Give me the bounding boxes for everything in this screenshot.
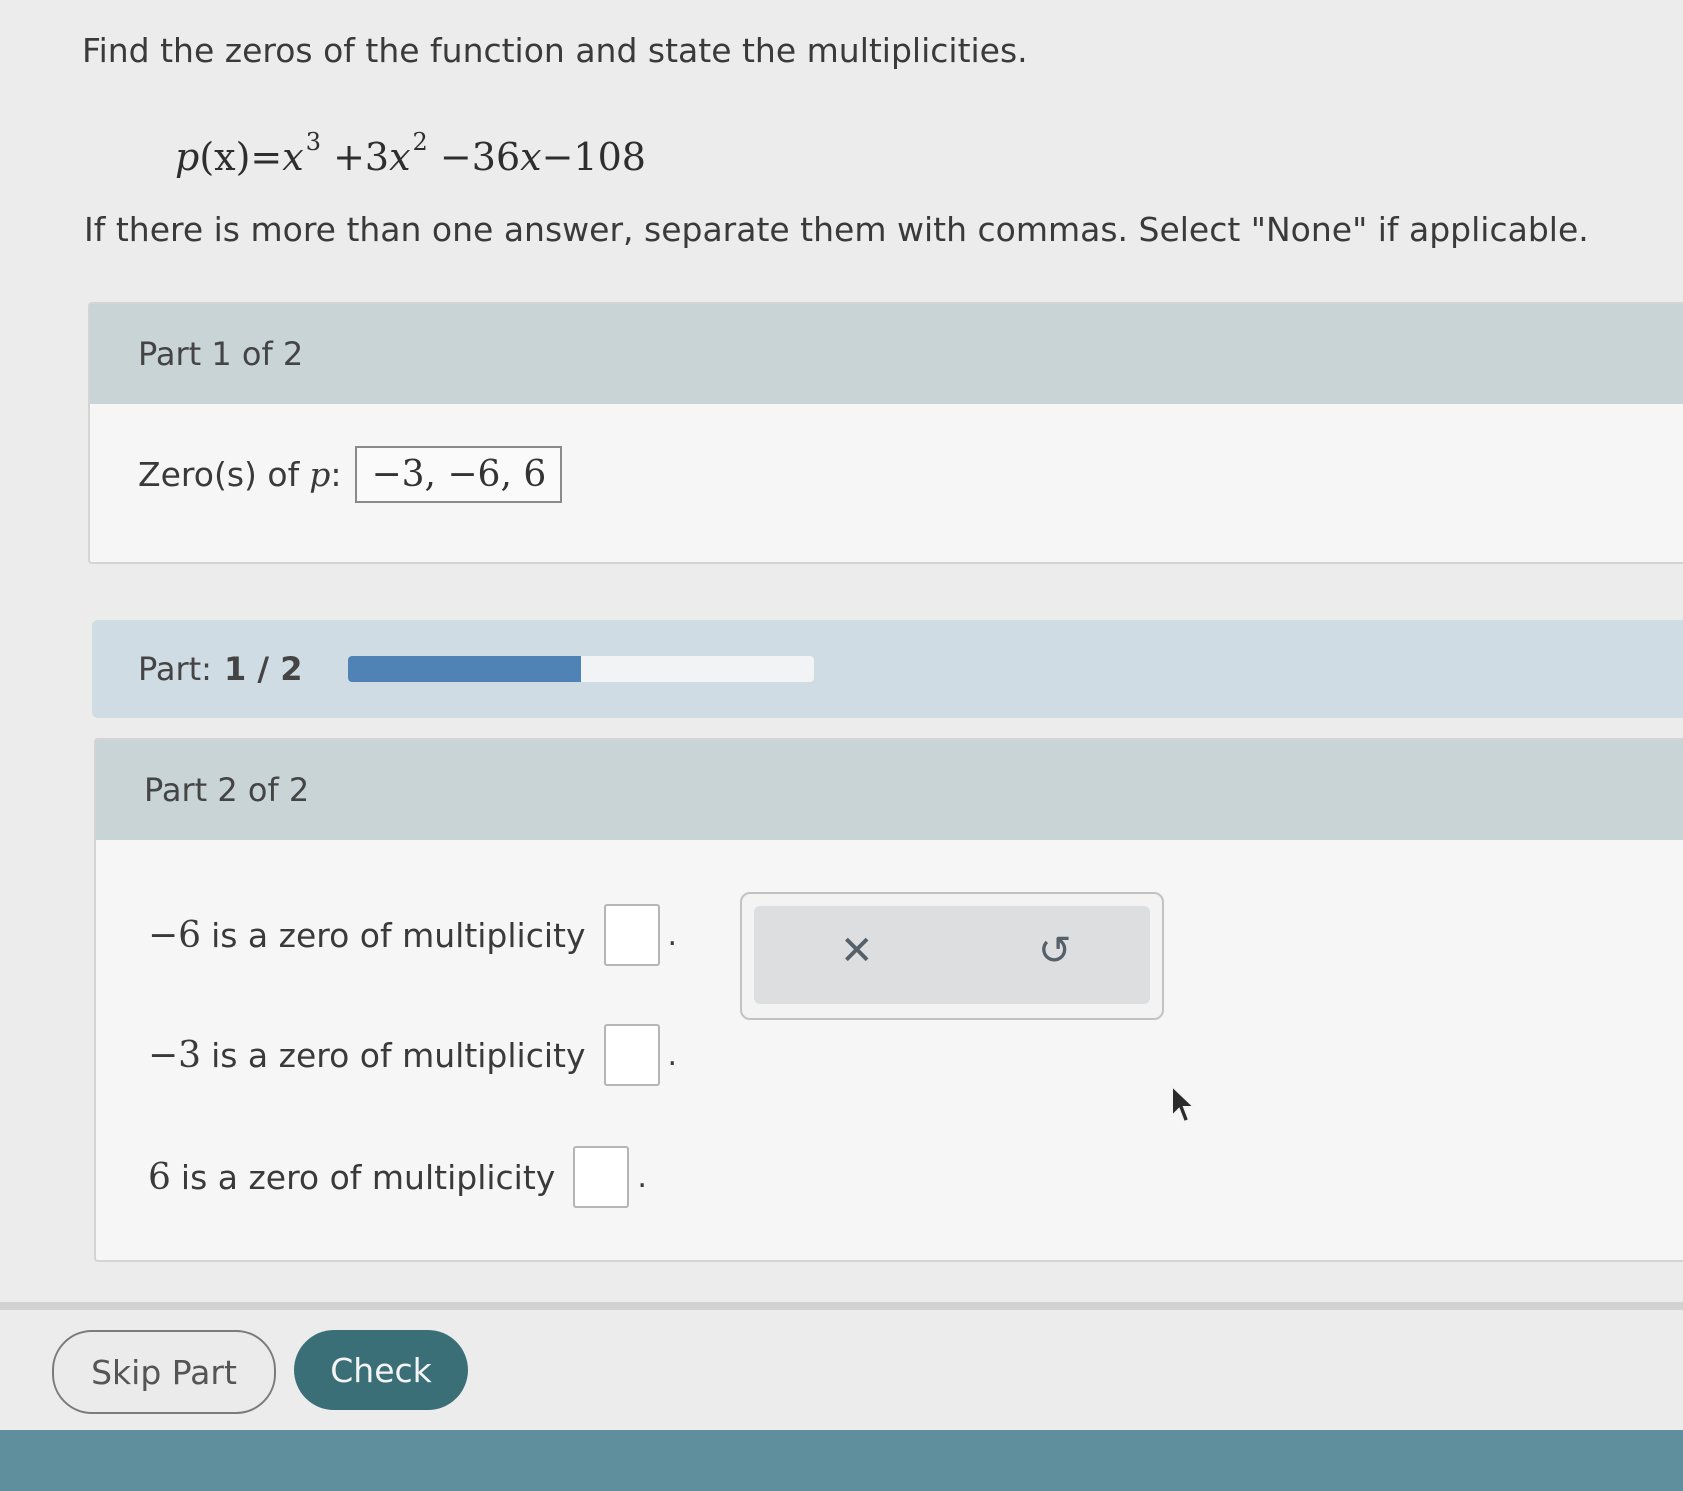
progress-value: 1 / 2 xyxy=(223,650,303,688)
eq-term1-exp: 3 xyxy=(305,128,321,156)
zeros-label-var: p xyxy=(309,455,331,494)
multiplicity-row: 6 is a zero of multiplicity . xyxy=(148,1146,647,1208)
period: . xyxy=(667,1037,678,1073)
instruction-note: If there is more than one answer, separa… xyxy=(84,210,1589,249)
multiplicity-text: is a zero of multiplicity xyxy=(211,1035,586,1075)
question-prompt: Find the zeros of the function and state… xyxy=(82,31,1028,70)
part2-header: Part 2 of 2 xyxy=(96,740,1683,840)
eq-term2-coef: +3 xyxy=(333,135,390,179)
eq-term2-exp: 2 xyxy=(412,128,428,156)
eq-term2-var: x xyxy=(389,135,411,179)
multiplicity-row: −6 is a zero of multiplicity . xyxy=(148,904,677,966)
part1-body: Zero(s) of p: −3, −6, 6 xyxy=(90,404,1683,545)
eq-sign: = xyxy=(250,135,283,179)
eq-term4: −108 xyxy=(541,135,646,179)
progress-bar-fill xyxy=(348,656,582,682)
period: . xyxy=(667,917,678,953)
multiplicity-input[interactable] xyxy=(603,904,660,966)
zeros-label-colon: : xyxy=(330,455,342,494)
zero-value: −3 xyxy=(148,1034,202,1076)
equation: p(x)=x3 +3x2 −36x−108 xyxy=(175,128,646,179)
progress-label: Part: xyxy=(138,650,212,688)
eq-arg: (x) xyxy=(199,135,251,179)
question-prompt-area: Find the zeros of the function and state… xyxy=(82,30,1642,73)
part1-panel: Part 1 of 2 Zero(s) of p: −3, −6, 6 xyxy=(88,302,1683,564)
clear-icon[interactable]: ✕ xyxy=(840,928,874,974)
undo-icon[interactable]: ↺ xyxy=(1038,928,1072,974)
check-button[interactable]: Check xyxy=(294,1330,468,1410)
zeros-label: Zero(s) of xyxy=(138,455,300,494)
footer-divider xyxy=(0,1302,1683,1310)
period: . xyxy=(637,1159,647,1195)
progress-bar xyxy=(348,656,815,682)
zero-value: 6 xyxy=(148,1156,171,1198)
footer-bar xyxy=(0,1430,1683,1491)
zeros-answer-field[interactable]: −3, −6, 6 xyxy=(355,446,563,503)
multiplicity-row: −3 is a zero of multiplicity . xyxy=(148,1024,677,1086)
answer-toolbox: ✕ ↺ xyxy=(740,892,1164,1020)
multiplicity-text: is a zero of multiplicity xyxy=(180,1157,556,1197)
eq-term3: −36 xyxy=(439,135,521,179)
toolbox-inner: ✕ ↺ xyxy=(754,906,1150,1004)
zero-value: −6 xyxy=(148,914,202,956)
multiplicity-text: is a zero of multiplicity xyxy=(211,915,586,955)
multiplicity-input[interactable] xyxy=(603,1024,660,1086)
skip-part-button[interactable]: Skip Part xyxy=(52,1330,276,1414)
part-progress: Part: 1 / 2 xyxy=(92,620,1683,718)
eq-term3-var: x xyxy=(520,135,542,179)
mouse-cursor-icon xyxy=(1171,1084,1196,1124)
eq-term1-var: x xyxy=(282,135,304,179)
part1-header: Part 1 of 2 xyxy=(90,304,1683,404)
eq-lhs: p xyxy=(175,135,200,179)
multiplicity-input[interactable] xyxy=(573,1146,630,1208)
